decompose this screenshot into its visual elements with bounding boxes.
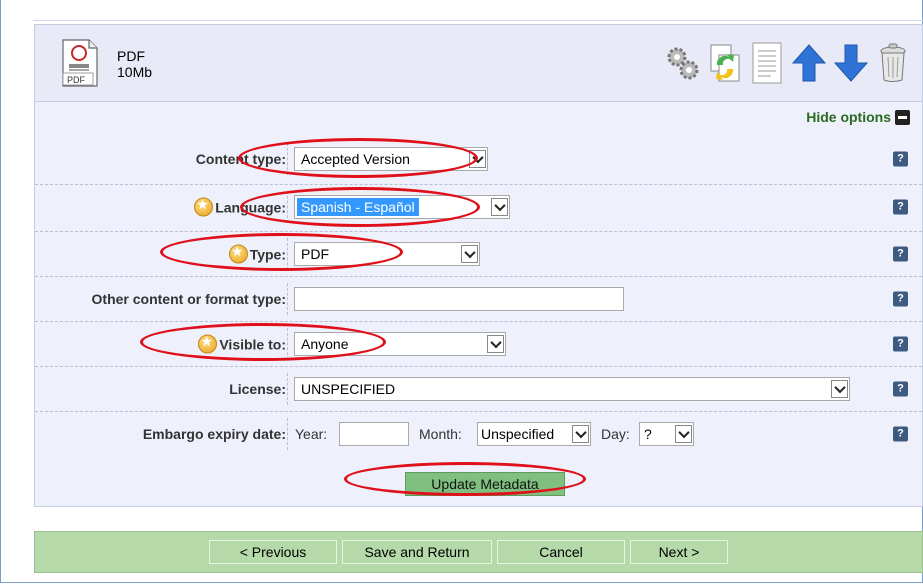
chevron-down-icon [572,425,589,443]
top-divider [33,20,923,21]
arrow-down-icon[interactable] [832,41,870,85]
language-select[interactable]: Spanish - Español [294,195,510,219]
next-button[interactable]: Next > [630,540,728,564]
year-label: Year: [295,426,328,442]
row-separator [287,191,288,223]
help-icon[interactable]: ? [893,381,908,397]
document-toolbar [664,41,912,85]
other-format-input[interactable] [294,287,624,311]
row-type: Type: PDF ? [35,232,922,276]
file-meta: PDF 10Mb [117,48,152,80]
row-embargo: Embargo expiry date: Year: Month: Unspec… [35,412,922,456]
type-label: Type: [228,244,286,264]
row-separator [287,373,288,405]
trash-icon[interactable] [874,41,912,85]
document-list-icon[interactable] [748,41,786,85]
language-label: Language: [194,197,286,217]
pdf-file-icon[interactable]: PDF [61,39,99,87]
day-label: Day: [601,426,630,442]
visible-to-label: Visible to: [198,334,286,354]
row-visible-to: Visible to: Anyone ? [35,322,922,366]
other-format-label: Other content or format type: [91,291,286,307]
year-input[interactable] [339,422,409,446]
content-type-label: Content type: [195,151,286,167]
month-label: Month: [419,426,462,442]
replace-file-icon[interactable] [706,41,744,85]
help-icon[interactable]: ? [893,291,908,307]
visible-to-select[interactable]: Anyone [294,332,506,356]
help-icon[interactable]: ? [893,151,908,167]
row-content-type: Content type: Accepted Version ? [35,137,922,181]
star-icon [194,197,214,217]
row-separator [287,238,288,270]
row-separator [287,283,288,315]
star-icon [198,334,218,354]
chevron-down-icon [491,198,508,216]
hide-options-toggle[interactable]: Hide options [806,109,910,125]
help-icon[interactable]: ? [893,426,908,442]
row-other-format: Other content or format type: ? [35,277,922,321]
file-size-label: 10Mb [117,64,153,80]
chevron-down-icon [487,335,504,353]
row-separator [287,328,288,360]
row-separator [287,143,288,175]
chevron-down-icon [831,380,848,398]
type-select[interactable]: PDF [294,242,480,266]
cancel-button[interactable]: Cancel [497,540,625,564]
update-metadata-button[interactable]: Update Metadata [405,472,565,496]
document-header: PDF PDF 10Mb [35,25,922,102]
previous-button[interactable]: < Previous [209,540,337,564]
arrow-up-icon[interactable] [790,41,828,85]
chevron-down-icon [675,425,692,443]
help-icon[interactable]: ? [893,246,908,262]
day-select[interactable]: ? [639,422,694,446]
chevron-down-icon [469,150,486,168]
help-icon[interactable]: ? [893,199,908,215]
file-type-label: PDF [117,48,145,64]
chevron-down-icon [461,245,478,263]
minus-icon [895,109,910,125]
gears-icon[interactable] [664,41,702,85]
license-label: License: [229,381,286,397]
save-and-return-button[interactable]: Save and Return [342,540,492,564]
content-type-select[interactable]: Accepted Version [294,147,488,171]
pdf-icon-label: PDF [67,75,86,85]
hide-options-label: Hide options [806,109,891,125]
row-license: License: UNSPECIFIED ? [35,367,922,411]
row-language: Language: Spanish - Español ? [35,185,922,229]
row-separator [287,418,288,450]
document-panel: PDF PDF 10Mb Hide options Content type: … [34,24,923,507]
license-select[interactable]: UNSPECIFIED [294,377,850,401]
star-icon [228,244,248,264]
month-select[interactable]: Unspecified [477,422,591,446]
help-icon[interactable]: ? [893,336,908,352]
embargo-label: Embargo expiry date: [142,426,286,442]
bottom-navigation: < Previous Save and Return Cancel Next > [34,531,923,573]
